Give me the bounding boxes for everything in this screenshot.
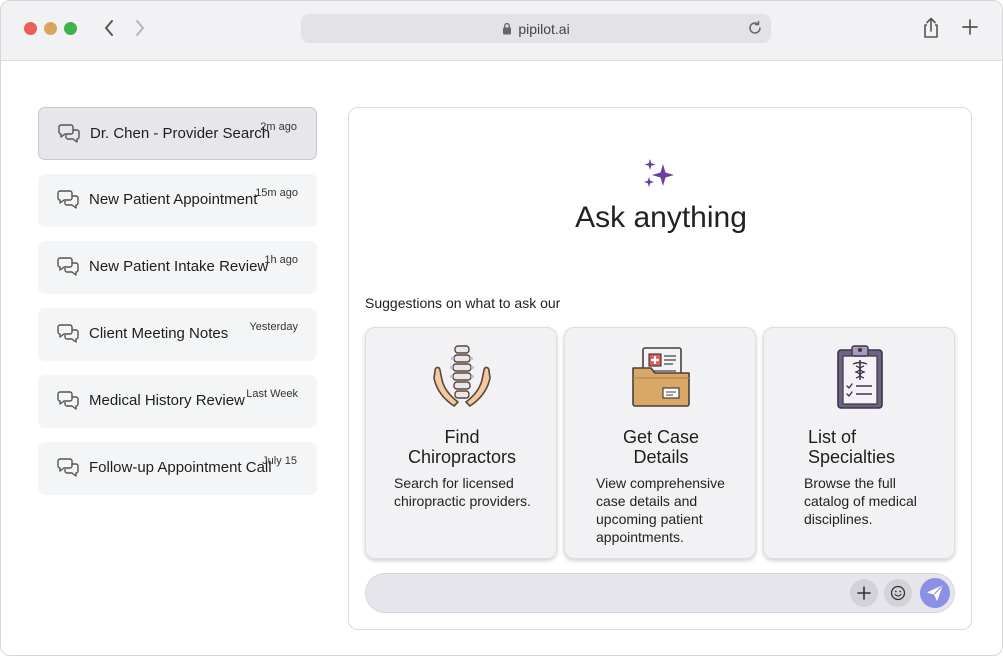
card-title-line: Specialties	[808, 447, 896, 467]
card-title-line: Find	[444, 427, 480, 447]
new-tab-icon[interactable]	[960, 17, 980, 42]
medical-folder-icon	[565, 344, 757, 410]
clipboard-caduceus-icon	[764, 344, 956, 410]
card-description-line: Browse the full	[804, 475, 896, 491]
suggestion-card-list-of-specialties[interactable]: List of Specialties Browse the full cata…	[763, 327, 955, 559]
address-bar[interactable]: pipilot.ai	[301, 14, 771, 43]
chat-item-label: Follow-up Appointment Call	[89, 459, 272, 476]
card-description-line: chiropractic providers.	[394, 493, 531, 509]
chat-item-label: New Patient Intake Review	[89, 258, 269, 275]
chat-item[interactable]: Dr. Chen - Provider Search 2m ago	[38, 107, 317, 160]
suggestion-card-get-case-details[interactable]: Get Case Details View comprehensive case…	[564, 327, 756, 559]
lock-icon	[502, 22, 512, 35]
suggestions-label: Suggestions on what to ask our	[365, 295, 561, 311]
chat-item-time: 15m ago	[255, 187, 298, 199]
card-description: Search for licensed chiropractic provide…	[394, 474, 531, 510]
chat-item-time: July 15	[262, 455, 297, 467]
chat-item-label: New Patient Appointment	[89, 191, 258, 208]
browser-window: pipilot.ai Dr. Chen - Provider Search 2m…	[0, 0, 1003, 656]
reload-icon[interactable]	[747, 20, 763, 41]
browser-titlebar: pipilot.ai	[1, 1, 1002, 61]
plus-icon	[857, 586, 871, 600]
chat-item-time: Yesterday	[249, 321, 298, 333]
assistant-panel: Ask anything Suggestions on what to ask …	[348, 107, 972, 630]
card-description: View comprehensive case details and upco…	[596, 474, 725, 546]
chat-item-label: Medical History Review	[89, 392, 245, 409]
card-description-line: appointments.	[596, 529, 684, 545]
card-description-line: Search for licensed	[394, 475, 514, 491]
chat-bubbles-icon	[56, 391, 80, 416]
close-window-button[interactable]	[24, 22, 37, 35]
share-icon[interactable]	[921, 17, 941, 44]
chat-bubbles-icon	[56, 257, 80, 282]
sparkle-icon	[641, 158, 677, 197]
card-title: Find Chiropractors	[366, 427, 558, 467]
card-description-line: case details and	[596, 493, 698, 509]
url-text: pipilot.ai	[518, 20, 570, 37]
card-description-line: View comprehensive	[596, 475, 725, 491]
chat-item-label: Client Meeting Notes	[89, 325, 229, 342]
card-title-line: Chiropractors	[407, 447, 517, 467]
spine-hands-icon	[366, 344, 558, 410]
chat-item[interactable]: Follow-up Appointment Call July 15	[38, 442, 317, 495]
add-attachment-button[interactable]	[850, 579, 878, 607]
card-description: Browse the full catalog of medical disci…	[804, 474, 917, 528]
chat-item-time: 1h ago	[264, 254, 298, 266]
card-description-line: upcoming patient	[596, 511, 703, 527]
suggestion-card-find-chiropractors[interactable]: Find Chiropractors Search for licensed c…	[365, 327, 557, 559]
chat-item[interactable]: New Patient Appointment 15m ago	[38, 174, 317, 227]
back-icon[interactable]	[98, 17, 120, 39]
smiley-icon	[890, 585, 906, 601]
chat-item[interactable]: New Patient Intake Review 1h ago	[38, 241, 317, 294]
chat-item-label: Dr. Chen - Provider Search	[90, 125, 271, 142]
chat-item-time: 2m ago	[260, 121, 297, 133]
chat-bubbles-icon	[56, 324, 80, 349]
card-title: Get Case Details	[565, 427, 757, 467]
card-title-line: Details	[633, 447, 689, 467]
send-button[interactable]	[920, 578, 950, 608]
send-icon	[927, 585, 943, 601]
minimize-window-button[interactable]	[44, 22, 57, 35]
card-description-line: disciplines.	[804, 511, 873, 527]
chat-item-time: Last Week	[246, 388, 298, 400]
card-title: List of Specialties	[808, 427, 948, 467]
forward-icon[interactable]	[129, 17, 151, 39]
card-description-line: catalog of medical	[804, 493, 917, 509]
message-input[interactable]	[365, 573, 955, 613]
card-title-line: Get Case	[622, 427, 700, 447]
chat-bubbles-icon	[57, 124, 81, 149]
chat-item[interactable]: Client Meeting Notes Yesterday	[38, 308, 317, 361]
maximize-window-button[interactable]	[64, 22, 77, 35]
page-title: Ask anything	[575, 201, 747, 234]
emoji-button[interactable]	[884, 579, 912, 607]
card-title-line: List of	[808, 427, 857, 447]
chat-bubbles-icon	[56, 458, 80, 483]
chat-bubbles-icon	[56, 190, 80, 215]
chat-item[interactable]: Medical History Review Last Week	[38, 375, 317, 428]
